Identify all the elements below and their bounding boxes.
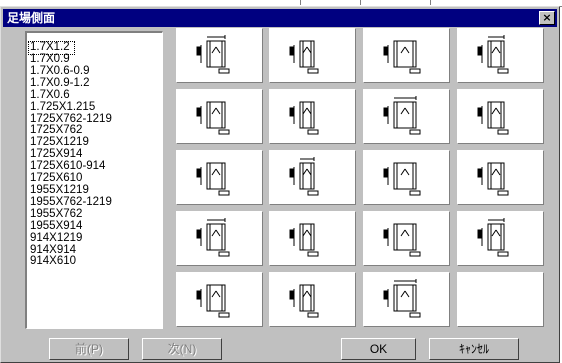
scaffold-thumbnail[interactable] — [457, 89, 544, 144]
scaffold-thumbnail[interactable] — [176, 89, 263, 144]
scaffold-thumbnail[interactable] — [176, 211, 263, 266]
scaffold-drawing-icon — [383, 40, 421, 74]
dialog-title: 足場側面 — [7, 11, 56, 25]
list-item[interactable]: 1955X762-1219 — [29, 196, 162, 209]
scaffold-drawing-icon — [383, 223, 421, 257]
size-listbox[interactable]: 1.7X1.2 1.7X0.9 1.7X0.6-0.9 1.7X0.9-1.2 1.7X… — [25, 31, 163, 329]
scaffold-drawing-icon — [289, 157, 319, 196]
list-item[interactable]: 1.7X0.6 — [29, 89, 162, 102]
scaffold-drawing-icon — [383, 162, 421, 196]
scaffold-thumbnail[interactable] — [269, 150, 356, 205]
ok-button[interactable]: OK — [341, 338, 416, 360]
next-button[interactable]: 次(N) — [142, 338, 222, 360]
scaffold-thumbnail[interactable] — [363, 272, 450, 327]
list-item[interactable]: 914X610 — [29, 256, 162, 268]
scaffold-drawing-icon — [477, 162, 509, 196]
close-button[interactable]: × — [539, 11, 555, 25]
scaffold-thumbnail[interactable] — [176, 150, 263, 205]
scaffold-drawing-icon — [383, 279, 421, 318]
scaffold-drawing-icon — [289, 284, 319, 318]
scaffold-drawing-icon — [289, 223, 319, 257]
list-item[interactable]: 1955X914 — [29, 220, 162, 233]
scaffold-thumbnail[interactable] — [176, 272, 263, 327]
scaffold-thumbnail[interactable] — [363, 89, 450, 144]
scaffold-drawing-icon — [477, 35, 509, 74]
scaffold-thumbnail[interactable] — [363, 150, 450, 205]
scaffold-drawing-icon — [196, 162, 230, 196]
scaffold-thumbnail[interactable] — [457, 211, 544, 266]
scaffold-drawing-icon — [196, 101, 230, 135]
scaffold-drawing-icon — [289, 40, 319, 74]
close-icon: × — [542, 11, 552, 24]
scaffold-thumbnail[interactable] — [269, 28, 356, 83]
scaffold-thumbnail[interactable] — [176, 28, 263, 83]
scaffold-thumbnail[interactable] — [363, 28, 450, 83]
scaffold-thumbnail[interactable] — [363, 211, 450, 266]
scaffold-thumbnail[interactable] — [457, 272, 544, 327]
scaffold-drawing-icon — [196, 35, 230, 74]
scaffold-thumbnail[interactable] — [269, 89, 356, 144]
scaffold-drawing-icon — [289, 101, 319, 135]
scaffold-drawing-icon — [477, 218, 509, 257]
scaffold-thumbnail[interactable] — [269, 211, 356, 266]
list-item[interactable]: 914X1219 — [29, 232, 162, 245]
background-cell — [0, 0, 301, 5]
scaffold-drawing-icon — [196, 218, 230, 257]
scaffold-thumbnail[interactable] — [457, 28, 544, 83]
scaffold-drawing-icon — [383, 96, 421, 135]
cancel-button[interactable]: ｷｬﾝｾﾙ — [429, 338, 519, 360]
background-cell — [300, 0, 361, 5]
prev-button[interactable]: 前(P) — [49, 338, 129, 360]
list-item[interactable]: 1.725X1.215 — [29, 101, 162, 114]
scaffold-thumbnail[interactable] — [269, 272, 356, 327]
list-item[interactable]: 1955X762 — [29, 208, 162, 221]
list-item[interactable]: 1.7X0.9-1.2 — [29, 77, 162, 90]
scaffold-side-dialog: 足場側面 × 1.7X1.2 1.7X0.9 1.7X0.6-0.9 1.7X0.9-… — [0, 6, 560, 363]
title-bar: 足場側面 × — [3, 9, 557, 27]
background-cell — [360, 0, 431, 5]
scaffold-drawing-icon — [196, 284, 230, 318]
scaffold-thumbnail[interactable] — [457, 150, 544, 205]
scaffold-drawing-icon — [477, 101, 509, 135]
